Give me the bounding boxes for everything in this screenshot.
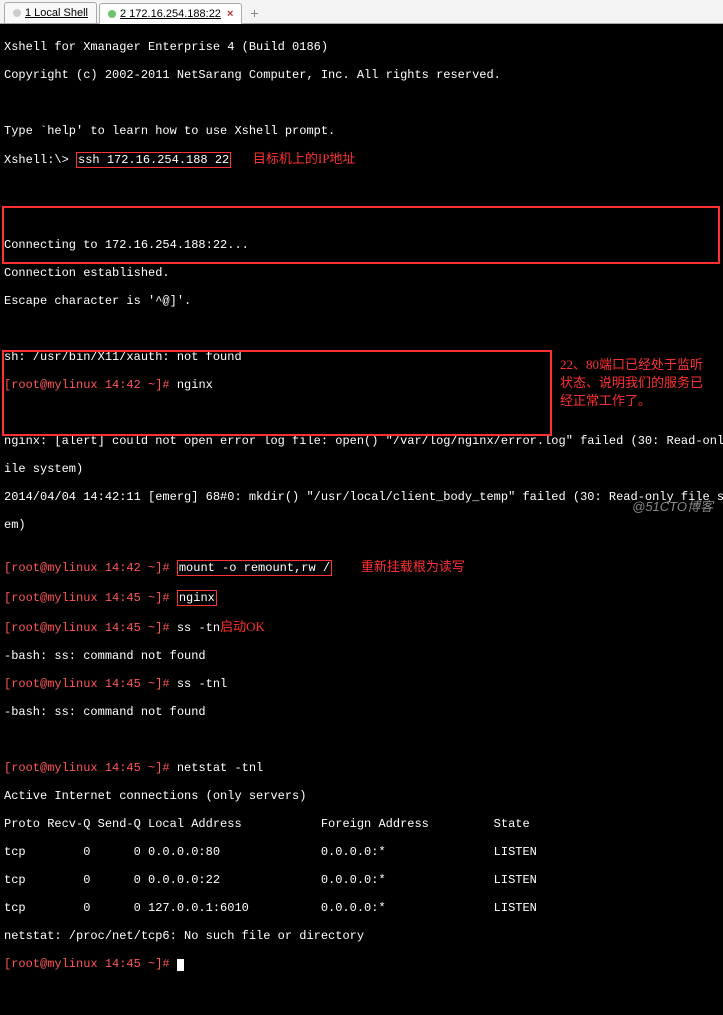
table-row: tcp 0 0 0.0.0.0:80 0.0.0.0:* LISTEN bbox=[4, 845, 719, 859]
error-highlight-box bbox=[2, 206, 720, 264]
cmd-nginx2: nginx bbox=[179, 591, 215, 605]
cmd-ss: ss -tn bbox=[177, 621, 220, 635]
cursor bbox=[177, 959, 184, 971]
annotation-startok: 启动OK bbox=[220, 619, 265, 634]
watermark: @51CTO博客 bbox=[632, 496, 713, 515]
nginx-error2: 2014/04/04 14:42:11 [emerg] 68#0: mkdir(… bbox=[4, 490, 719, 504]
netstat-highlight-box bbox=[2, 350, 552, 436]
tab-local-shell[interactable]: 1 Local Shell bbox=[4, 2, 97, 23]
netstat-cols: Proto Recv-Q Send-Q Local Address Foreig… bbox=[4, 817, 719, 831]
established: Connection established. bbox=[4, 266, 719, 280]
tab-label: 1 Local Shell bbox=[25, 7, 88, 19]
nginx-error-cont: ile system) bbox=[4, 462, 719, 476]
prompt: [root@mylinux 14:45 ~]# bbox=[4, 677, 170, 691]
cmd-netstat: netstat -tnl bbox=[177, 761, 263, 775]
close-icon[interactable]: × bbox=[227, 8, 233, 20]
prompt: [root@mylinux 14:45 ~]# bbox=[4, 957, 170, 971]
nginx-error2-cont: em) bbox=[4, 518, 719, 532]
terminal[interactable]: Xshell for Xmanager Enterprise 4 (Build … bbox=[0, 24, 723, 1015]
prompt: [root@mylinux 14:45 ~]# bbox=[4, 621, 170, 635]
help-hint: Type `help' to learn how to use Xshell p… bbox=[4, 124, 719, 138]
new-tab-button[interactable]: + bbox=[244, 3, 264, 23]
bash-error2: -bash: ss: command not found bbox=[4, 705, 719, 719]
escape-char: Escape character is '^@]'. bbox=[4, 294, 719, 308]
status-dot-icon bbox=[13, 9, 21, 17]
netstat-header: Active Internet connections (only server… bbox=[4, 789, 719, 803]
bash-error: -bash: ss: command not found bbox=[4, 649, 719, 663]
tab-ssh-session[interactable]: 2 172.16.254.188:22 × bbox=[99, 3, 242, 24]
ssh-command: ssh 172.16.254.188 22 bbox=[76, 152, 231, 168]
tab-label: 2 172.16.254.188:22 bbox=[120, 8, 221, 20]
banner: Xshell for Xmanager Enterprise 4 (Build … bbox=[4, 40, 719, 54]
annotation-ip: 目标机上的IP地址 bbox=[253, 151, 356, 166]
copyright: Copyright (c) 2002-2011 NetSarang Comput… bbox=[4, 68, 719, 82]
table-row: tcp 0 0 127.0.0.1:6010 0.0.0.0:* LISTEN bbox=[4, 901, 719, 915]
cmd-remount: mount -o remount,rw / bbox=[177, 560, 332, 576]
prompt: [root@mylinux 14:45 ~]# bbox=[4, 591, 170, 605]
tab-bar: 1 Local Shell 2 172.16.254.188:22 × + bbox=[0, 0, 723, 24]
prompt: [root@mylinux 14:42 ~]# bbox=[4, 561, 170, 575]
table-row: tcp 0 0 0.0.0.0:22 0.0.0.0:* LISTEN bbox=[4, 873, 719, 887]
annotation-remount: 重新挂载根为读写 bbox=[361, 559, 465, 574]
prompt: [root@mylinux 14:45 ~]# bbox=[4, 761, 170, 775]
netstat-error: netstat: /proc/net/tcp6: No such file or… bbox=[4, 929, 719, 943]
xshell-prompt: Xshell:\> bbox=[4, 153, 69, 167]
status-dot-icon bbox=[108, 10, 116, 18]
cmd-ss2: ss -tnl bbox=[177, 677, 227, 691]
nginx-error: nginx: [alert] could not open error log … bbox=[4, 434, 719, 448]
annotation-ports: 22、80端口已经处于监听状态、说明我们的服务已经正常工作了。 bbox=[560, 356, 715, 410]
